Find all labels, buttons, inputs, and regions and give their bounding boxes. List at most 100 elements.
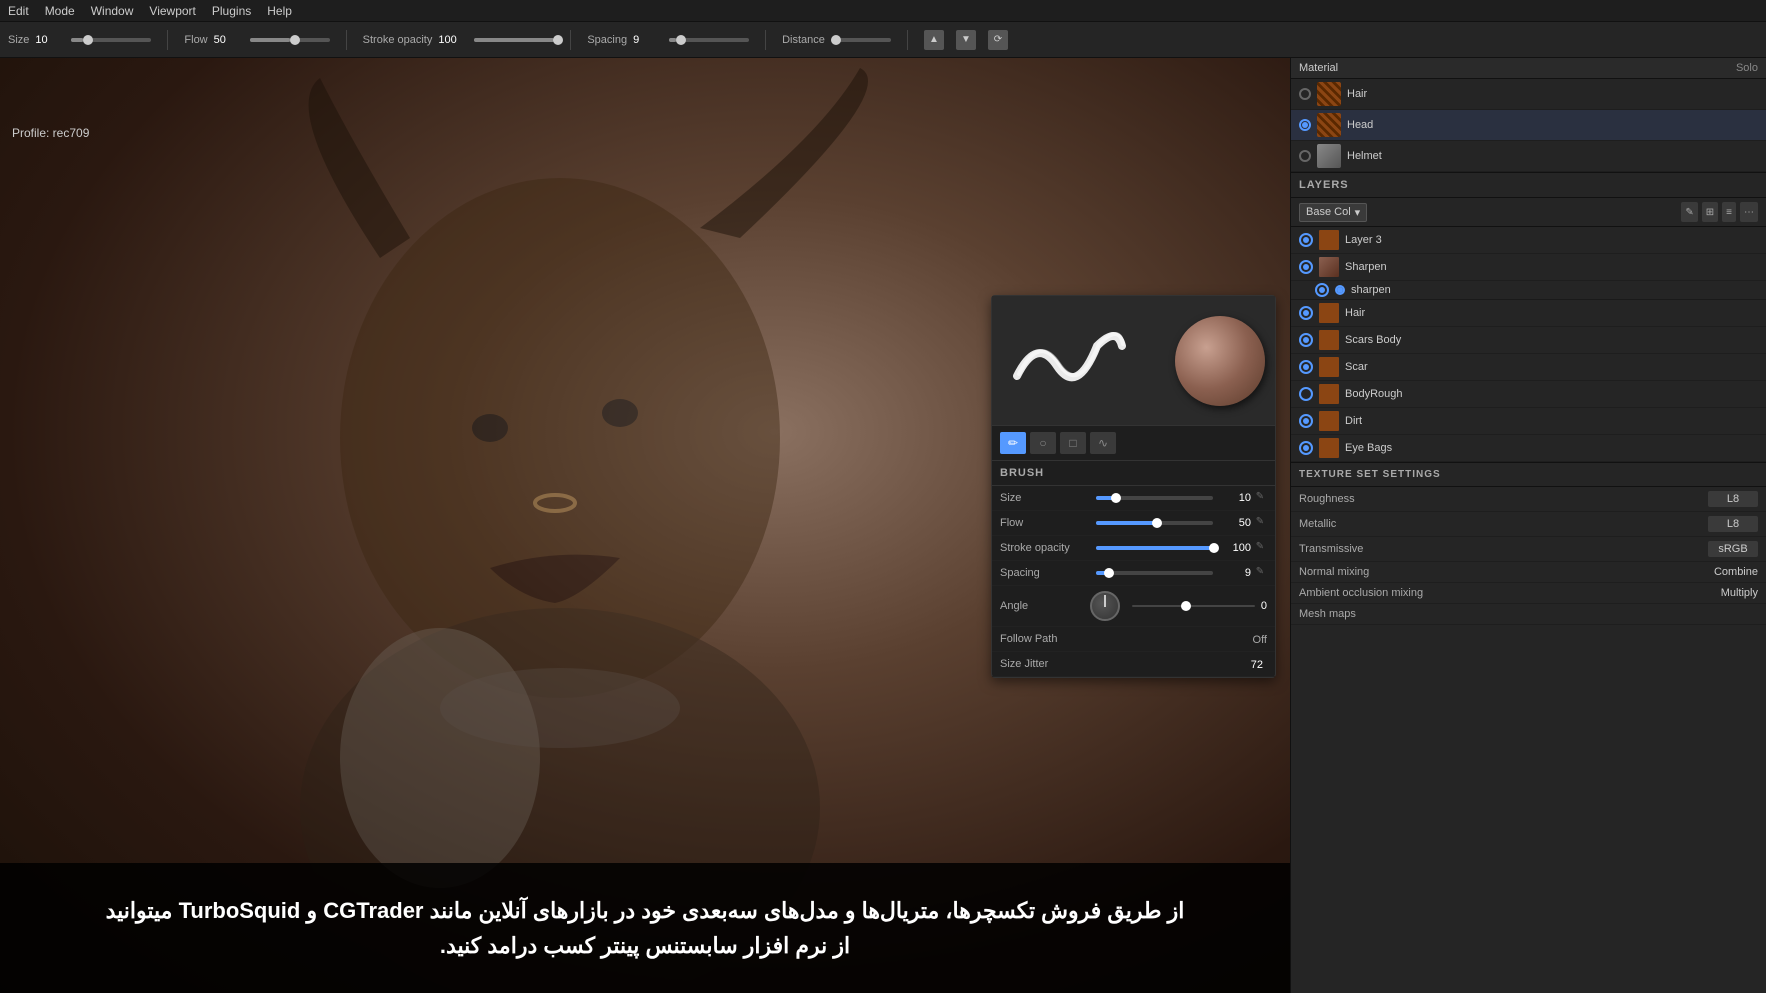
brush-tab-wave[interactable]: ∿ — [1090, 432, 1116, 454]
layer-eye-sharpen-sub[interactable] — [1315, 283, 1329, 297]
layer-eye-eyebags[interactable] — [1299, 441, 1313, 455]
brush-flow-slider[interactable] — [1096, 521, 1213, 525]
layers-title: LAYERS — [1299, 179, 1349, 191]
layer-eye-scarsbody[interactable] — [1299, 333, 1313, 347]
layer-filter-btn[interactable]: ≡ — [1722, 202, 1736, 222]
brush-angle-label: Angle — [1000, 600, 1090, 612]
brush-tab-circle[interactable]: ○ — [1030, 432, 1056, 454]
menu-plugins[interactable]: Plugins — [212, 4, 251, 18]
divider-5 — [907, 30, 908, 50]
layer-radio-sharpen-sub — [1335, 285, 1345, 295]
distance-slider[interactable] — [831, 38, 891, 42]
layer-subitem-sharpen[interactable]: sharpen — [1291, 281, 1766, 300]
brush-spacing-value: 9 — [1219, 567, 1251, 579]
brush-spacing-slider[interactable] — [1096, 571, 1213, 575]
menu-viewport[interactable]: Viewport — [149, 4, 195, 18]
menu-window[interactable]: Window — [91, 4, 134, 18]
texture-settings-panel: TEXTURE SET SETTINGS Roughness L8 Metall… — [1291, 462, 1766, 993]
layer-eye-sharpen[interactable] — [1299, 260, 1313, 274]
flow-label: Flow — [184, 34, 207, 46]
menu-help[interactable]: Help — [267, 4, 292, 18]
brush-stroke-opacity-slider[interactable] — [1096, 546, 1213, 550]
brush-panel: ✏ ○ □ ∿ BRUSH Size 10 ✎ Flow 50 ✎ Stroke… — [991, 295, 1276, 678]
layer-item-eyebags[interactable]: Eye Bags — [1291, 435, 1766, 462]
layer-eye-hair[interactable] — [1299, 306, 1313, 320]
layer-more-btn[interactable]: ⋯ — [1740, 202, 1758, 222]
texture-settings-title: TEXTURE SET SETTINGS — [1291, 463, 1766, 487]
angle-slider-track[interactable] — [1132, 605, 1255, 607]
menu-mode[interactable]: Mode — [45, 4, 75, 18]
layer-item-scar[interactable]: Scar — [1291, 354, 1766, 381]
layers-header: LAYERS — [1291, 173, 1766, 198]
brush-size-jitter-label: Size Jitter — [1000, 658, 1090, 670]
toolbar-down-icon[interactable]: ▼ — [956, 30, 976, 50]
normal-mixing-value: Combine — [1714, 566, 1758, 578]
brush-stroke-opacity-edit[interactable]: ✎ — [1253, 541, 1267, 555]
size-slider[interactable] — [71, 38, 151, 42]
layer-item-layer3[interactable]: Layer 3 — [1291, 227, 1766, 254]
brush-angle-value: 0 — [1261, 600, 1267, 612]
tex-radio-hair — [1299, 88, 1311, 100]
layer-thumb-sharpen — [1319, 257, 1339, 277]
layer-eye-dirt[interactable] — [1299, 414, 1313, 428]
ao-mixing-value: Multiply — [1721, 587, 1758, 599]
brush-flow-edit[interactable]: ✎ — [1253, 516, 1267, 530]
layer-item-scarsbody[interactable]: Scars Body — [1291, 327, 1766, 354]
layer-item-sharpen[interactable]: Sharpen — [1291, 254, 1766, 281]
layer-eye-bodyrough[interactable] — [1299, 387, 1313, 401]
brush-stroke-opacity-label: Stroke opacity — [1000, 542, 1090, 554]
layer-name-scarsbody: Scars Body — [1345, 334, 1758, 346]
texture-item-head[interactable]: Head — [1291, 110, 1766, 141]
brush-stroke-preview — [1002, 311, 1132, 411]
tex-name-helmet: Helmet — [1347, 150, 1382, 162]
layer-thumb-bodyrough — [1319, 384, 1339, 404]
layer-blend-dropdown[interactable]: Base Col ▾ — [1299, 203, 1367, 222]
chevron-down-icon: ▾ — [1355, 206, 1361, 219]
bottom-text: از طریق فروش تکسچرها، متریال‌ها و مدل‌ها… — [106, 893, 1185, 963]
spacing-slider[interactable] — [669, 38, 749, 42]
brush-tab-square[interactable]: □ — [1060, 432, 1086, 454]
metallic-row: Metallic L8 — [1291, 512, 1766, 537]
layer-thumb-dirt — [1319, 411, 1339, 431]
brush-stroke-opacity-value: 100 — [1219, 542, 1251, 554]
right-panel: ⬜ ◉ 🎥 ⚙ TEXTURE SET LIST Material Solo H… — [1290, 22, 1766, 993]
brush-tab-paint[interactable]: ✏ — [1000, 432, 1026, 454]
ao-mixing-label: Ambient occlusion mixing — [1299, 587, 1721, 599]
toolbar-refresh-icon[interactable]: ⟳ — [988, 30, 1008, 50]
roughness-label: Roughness — [1299, 493, 1708, 505]
brush-size-jitter-value: 72 — [1090, 657, 1263, 671]
metallic-value: L8 — [1708, 516, 1758, 532]
ao-mixing-row: Ambient occlusion mixing Multiply — [1291, 583, 1766, 604]
brush-tab-bar: ✏ ○ □ ∿ — [992, 426, 1275, 461]
toolbar-up-icon[interactable]: ▲ — [924, 30, 944, 50]
layer-name-eyebags: Eye Bags — [1345, 442, 1758, 454]
brush-size-slider[interactable] — [1096, 496, 1213, 500]
mesh-maps-label: Mesh maps — [1299, 608, 1758, 620]
layer-add-btn[interactable]: ✎ — [1681, 202, 1697, 222]
layer-eye-layer3[interactable] — [1299, 233, 1313, 247]
layer-blend-label: Base Col — [1306, 206, 1351, 218]
layer-folder-btn[interactable]: ⊞ — [1702, 202, 1718, 222]
layer-item-dirt[interactable]: Dirt — [1291, 408, 1766, 435]
brush-stroke-opacity-row: Stroke opacity 100 ✎ — [992, 536, 1275, 561]
mesh-maps-row: Mesh maps — [1291, 604, 1766, 625]
flow-value: 50 — [214, 34, 244, 46]
stroke-opacity-slider[interactable] — [474, 38, 554, 42]
texture-item-hair[interactable]: Hair — [1291, 79, 1766, 110]
texture-item-helmet[interactable]: Helmet — [1291, 141, 1766, 172]
brush-preview-area — [992, 296, 1275, 426]
brush-angle-row: Angle 0 — [992, 586, 1275, 627]
layer-thumb-eyebags — [1319, 438, 1339, 458]
layer-item-bodyrough[interactable]: BodyRough — [1291, 381, 1766, 408]
brush-section-title: BRUSH — [992, 461, 1275, 486]
flow-slider[interactable] — [250, 38, 330, 42]
layer-item-hair[interactable]: Hair — [1291, 300, 1766, 327]
brush-stroke-svg — [1007, 316, 1127, 406]
menu-edit[interactable]: Edit — [8, 4, 29, 18]
layer-thumb-scarsbody — [1319, 330, 1339, 350]
brush-size-value: 10 — [1219, 492, 1251, 504]
brush-size-edit[interactable]: ✎ — [1253, 491, 1267, 505]
brush-spacing-edit[interactable]: ✎ — [1253, 566, 1267, 580]
brush-angle-knob[interactable] — [1090, 591, 1120, 621]
layer-eye-scar[interactable] — [1299, 360, 1313, 374]
